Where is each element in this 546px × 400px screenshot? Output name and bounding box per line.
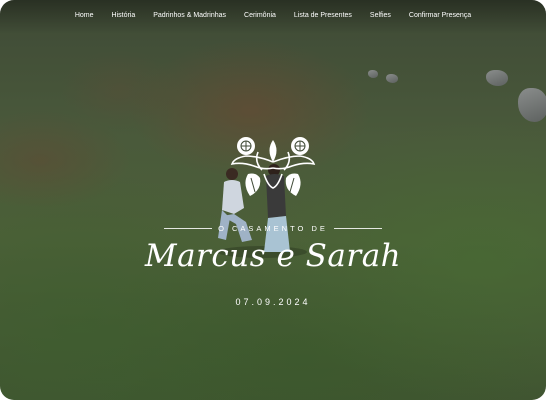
nav-selfies[interactable]: Selfies bbox=[361, 12, 400, 19]
main-nav: Home História Padrinhos & Madrinhas Ceri… bbox=[0, 12, 546, 19]
nav-confirmar-presenca[interactable]: Confirmar Presença bbox=[400, 12, 480, 19]
nav-historia[interactable]: História bbox=[103, 12, 145, 19]
wedding-date: 07.09.2024 bbox=[235, 297, 311, 307]
rock bbox=[386, 74, 398, 83]
hero-subtitle-row: O CASAMENTO DE bbox=[0, 224, 546, 233]
couple-names: Marcus e Sarah bbox=[144, 238, 402, 274]
hero-subtitle: O CASAMENTO DE bbox=[218, 224, 328, 233]
nav-home[interactable]: Home bbox=[66, 12, 103, 19]
rock bbox=[518, 88, 546, 122]
divider-line bbox=[333, 228, 382, 229]
floral-ornament-icon bbox=[230, 137, 316, 196]
rock bbox=[486, 70, 508, 86]
nav-lista-presentes[interactable]: Lista de Presentes bbox=[285, 12, 361, 19]
nav-cerimonia[interactable]: Cerimônia bbox=[235, 12, 285, 19]
divider-line bbox=[164, 228, 213, 229]
rock bbox=[368, 70, 378, 78]
page-frame: Home História Padrinhos & Madrinhas Ceri… bbox=[0, 0, 546, 400]
nav-padrinhos[interactable]: Padrinhos & Madrinhas bbox=[144, 12, 235, 19]
